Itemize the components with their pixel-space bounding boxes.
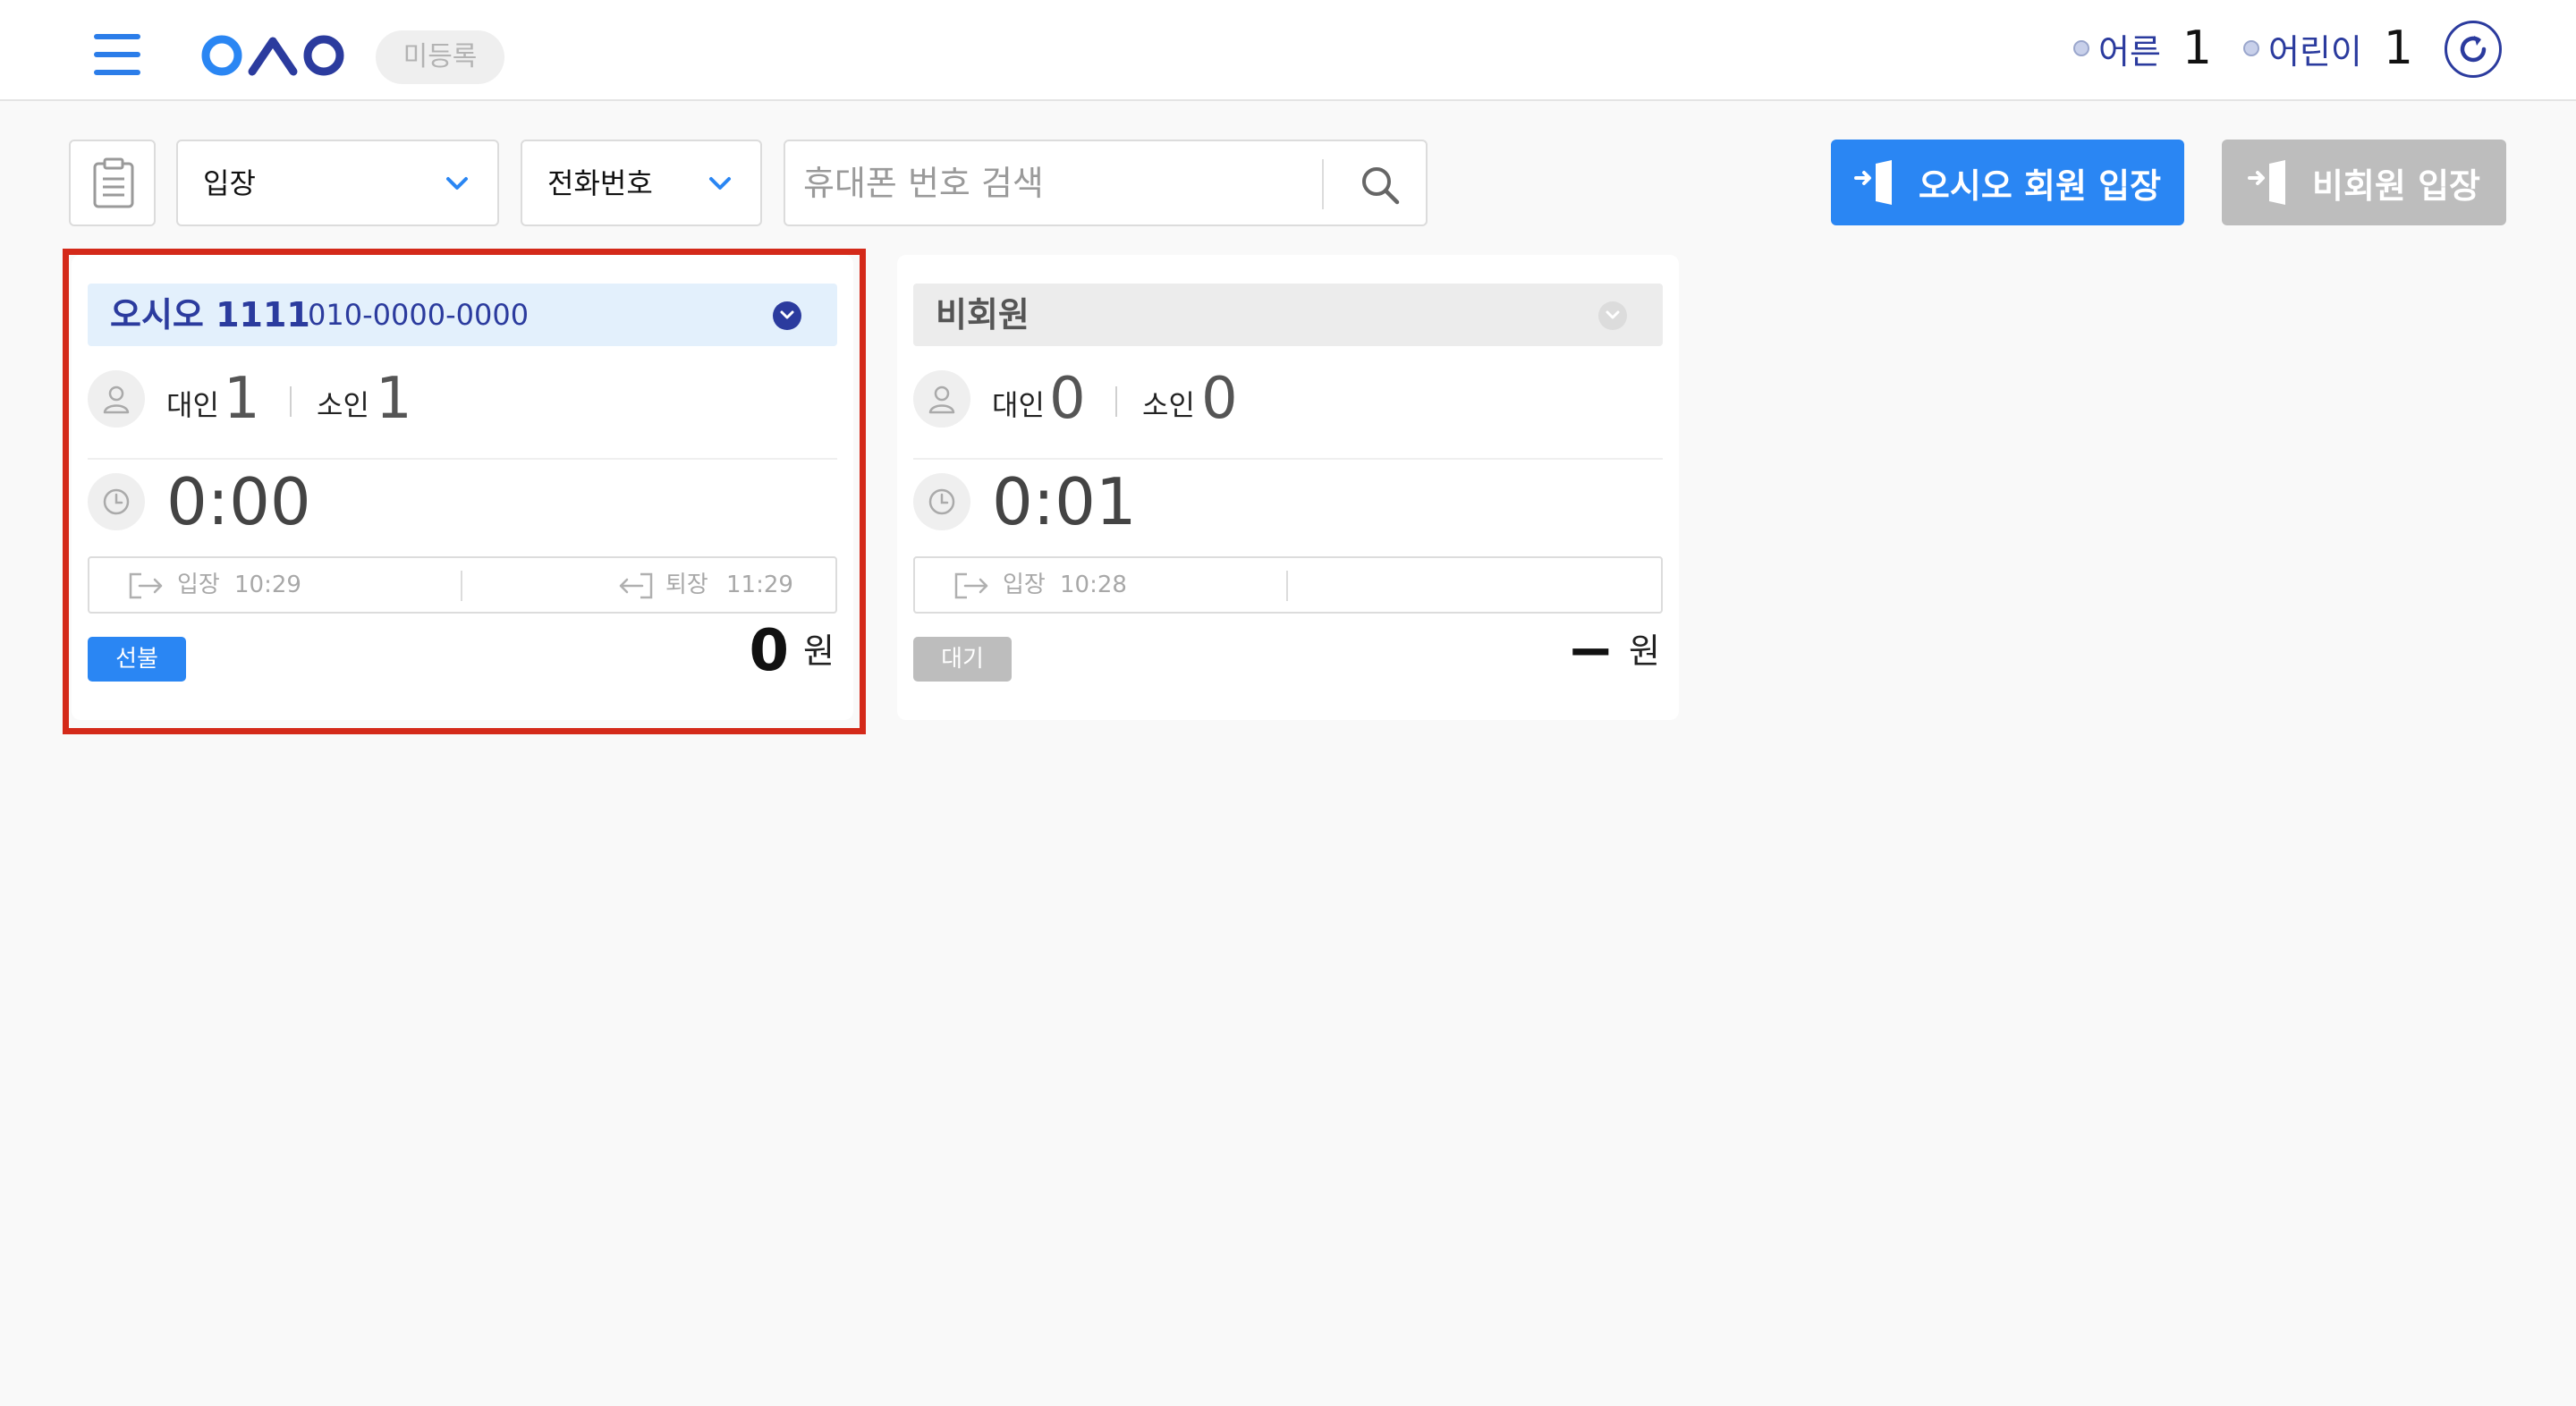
divider <box>1286 571 1288 601</box>
entry-exit-log: 입장 10:28 <box>913 556 1663 614</box>
registration-status-badge: 미등록 <box>376 30 504 84</box>
expand-toggle-icon[interactable] <box>1598 301 1627 330</box>
people-count-row: 대인 1 소인 1 <box>88 367 837 431</box>
elapsed-time: 0:01 <box>992 464 1137 539</box>
adult-count-value: 1 <box>2182 21 2213 75</box>
entry-icon <box>954 572 988 599</box>
entry-filter-value: 입장 <box>203 166 256 200</box>
entry-exit-log: 입장 10:29 퇴장 11:29 <box>88 556 837 614</box>
search-divider <box>1322 159 1324 209</box>
person-icon <box>913 370 970 428</box>
divider <box>290 386 292 417</box>
entry-label: 입장 <box>1003 572 1046 598</box>
divider <box>461 571 462 601</box>
adult-count: 0 <box>1049 366 1086 432</box>
visitor-name: 비회원 <box>936 295 1030 335</box>
elapsed-time-row: 0:00 <box>88 466 837 538</box>
price-unit: 원 <box>803 631 835 671</box>
logo <box>201 35 344 76</box>
card-header[interactable]: 오시오 1111 010-0000-0000 <box>88 284 837 346</box>
top-header: 미등록 어른 1 어린이 1 <box>0 0 2576 101</box>
card-header[interactable]: 비회원 <box>913 284 1663 346</box>
child-count-label: 어린이 <box>2268 31 2362 72</box>
visitor-card-nonmember[interactable]: 비회원 대인 0 소인 0 0:01 입장 10:28 대기 − 원 <box>897 255 1679 720</box>
divider <box>913 458 1663 460</box>
refresh-icon <box>2460 36 2487 63</box>
adult-label: 대인 <box>166 388 219 422</box>
search-type-value: 전화번호 <box>547 166 653 200</box>
clock-icon <box>88 473 145 530</box>
entry-label: 입장 <box>177 572 220 598</box>
expand-toggle-icon[interactable] <box>773 301 801 330</box>
child-count: 어린이 1 <box>2243 20 2413 77</box>
nonmember-entry-button[interactable]: 비회원 입장 <box>2222 140 2506 225</box>
chevron-down-icon <box>446 177 468 190</box>
child-dot-icon <box>2243 40 2259 56</box>
door-enter-icon <box>2247 160 2285 205</box>
nonmember-entry-label: 비회원 입장 <box>2311 165 2481 206</box>
person-icon <box>88 370 145 428</box>
entry-filter-select[interactable]: 입장 <box>176 140 499 226</box>
child-label: 소인 <box>1142 388 1195 422</box>
entry-time: 10:29 <box>234 572 301 598</box>
chevron-down-icon <box>709 177 731 190</box>
calendar-icon <box>93 157 134 208</box>
visitor-card-member[interactable]: 오시오 1111 010-0000-0000 대인 1 소인 1 0:00 입장… <box>72 255 853 720</box>
price-unit: 원 <box>1629 631 1660 671</box>
door-enter-icon <box>1853 160 1892 205</box>
child-label: 소인 <box>317 388 369 422</box>
child-count: 0 <box>1201 366 1238 432</box>
payment-status-badge: 선불 <box>88 637 186 682</box>
phone-search-box <box>784 140 1428 226</box>
search-icon[interactable] <box>1358 163 1402 208</box>
adult-count: 1 <box>224 366 260 432</box>
elapsed-time: 0:00 <box>166 464 311 539</box>
refresh-button[interactable] <box>2445 21 2502 78</box>
adult-count-label: 어른 <box>2098 31 2161 72</box>
people-count-row: 대인 0 소인 0 <box>913 367 1663 431</box>
adult-count: 어른 1 <box>2073 20 2212 77</box>
payment-status-badge: 대기 <box>913 637 1012 682</box>
price-value: − <box>1566 618 1614 684</box>
clock-icon <box>913 473 970 530</box>
phone-search-input[interactable] <box>803 152 1322 215</box>
search-type-select[interactable]: 전화번호 <box>521 140 762 226</box>
menu-icon[interactable] <box>94 34 140 75</box>
adult-dot-icon <box>2073 40 2089 56</box>
member-entry-button[interactable]: 오시오 회원 입장 <box>1831 140 2184 225</box>
price-value: 0 <box>749 618 789 684</box>
divider <box>1115 386 1117 417</box>
visitor-phone: 010-0000-0000 <box>308 298 530 332</box>
calendar-button[interactable] <box>69 140 156 226</box>
adult-label: 대인 <box>992 388 1045 422</box>
entry-icon <box>129 572 163 599</box>
divider <box>88 458 837 460</box>
child-count: 1 <box>376 366 412 432</box>
child-count-value: 1 <box>2383 21 2413 75</box>
entry-time: 10:28 <box>1060 572 1127 598</box>
member-entry-label: 오시오 회원 입장 <box>1918 165 2162 206</box>
visitor-name: 오시오 1111 <box>110 295 310 335</box>
exit-label: 퇴장 <box>665 572 708 598</box>
exit-time: 11:29 <box>726 572 793 598</box>
elapsed-time-row: 0:01 <box>913 466 1663 538</box>
exit-icon <box>619 572 653 599</box>
